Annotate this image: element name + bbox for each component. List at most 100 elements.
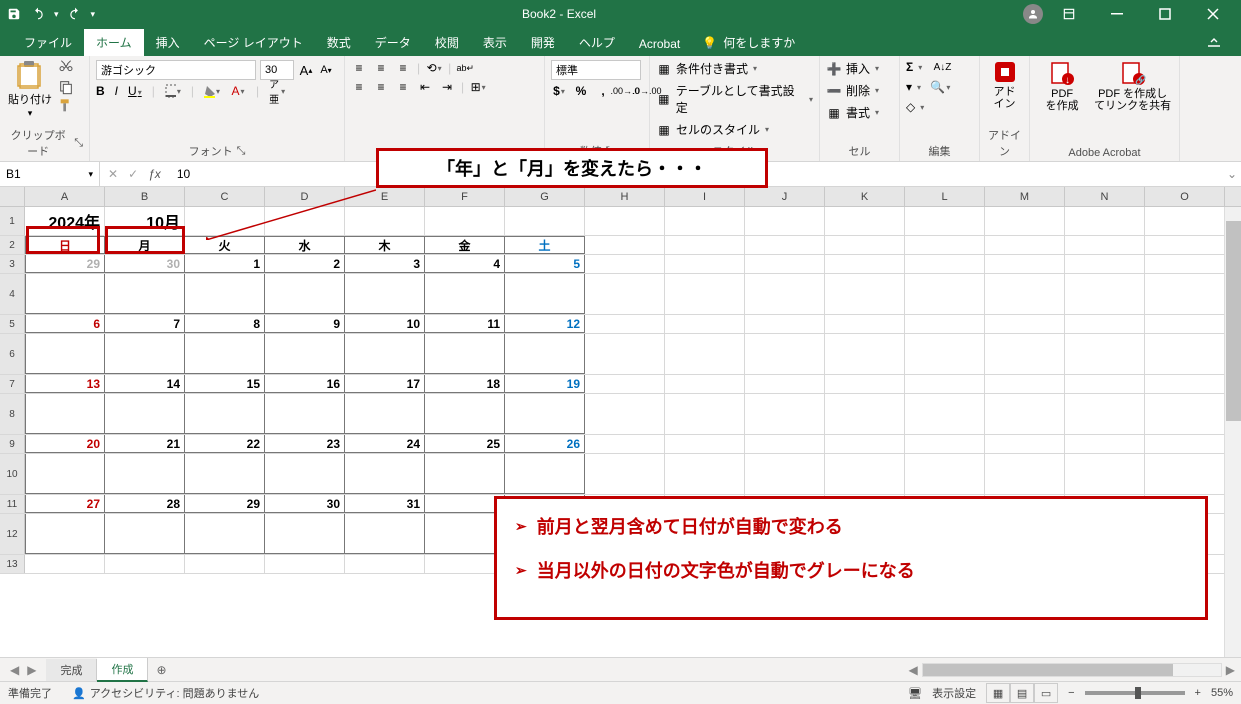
cell[interactable] — [985, 236, 1065, 254]
sheet-tab-1[interactable]: 完成 — [46, 659, 97, 681]
cell[interactable] — [425, 514, 505, 554]
cell[interactable] — [505, 394, 585, 434]
cell[interactable] — [825, 334, 905, 374]
autosum-button[interactable]: Σ▾ A↓Z — [906, 60, 951, 74]
cell[interactable] — [665, 375, 745, 393]
cell[interactable] — [1065, 334, 1145, 374]
cell[interactable] — [905, 334, 985, 374]
cell[interactable]: 10 — [345, 315, 425, 333]
cell[interactable] — [265, 514, 345, 554]
cell[interactable] — [985, 394, 1065, 434]
maximize-button[interactable] — [1143, 0, 1187, 28]
cell[interactable] — [105, 454, 185, 494]
cell[interactable] — [345, 555, 425, 573]
cell[interactable] — [265, 394, 345, 434]
cell[interactable] — [665, 255, 745, 273]
increase-decimal-icon[interactable]: .00→.0 — [617, 83, 633, 99]
font-name-input[interactable] — [96, 60, 256, 80]
tab-page-layout[interactable]: ページ レイアウト — [192, 29, 315, 56]
delete-cells-button[interactable]: ➖削除▾ — [826, 82, 879, 99]
format-painter-icon[interactable] — [58, 98, 74, 114]
orientation-icon[interactable]: ⟲▾ — [426, 60, 442, 76]
cell[interactable] — [425, 334, 505, 374]
indent-dec-icon[interactable]: ⇤ — [417, 79, 433, 95]
cell[interactable]: 9 — [265, 315, 345, 333]
cell[interactable] — [25, 514, 105, 554]
cell[interactable] — [745, 274, 825, 314]
cell[interactable] — [905, 236, 985, 254]
cell[interactable] — [985, 207, 1065, 235]
accounting-format-icon[interactable]: $▾ — [551, 83, 567, 99]
view-normal-button[interactable]: ▦ — [986, 683, 1010, 703]
cell[interactable] — [345, 274, 425, 314]
cell[interactable] — [425, 454, 505, 494]
display-settings-label[interactable]: 表示設定 — [932, 685, 976, 701]
clear-button[interactable]: ◇▾ — [906, 100, 924, 114]
expand-formula-bar-icon[interactable]: ⌄ — [1223, 167, 1241, 181]
column-header[interactable]: H — [585, 187, 665, 206]
cell[interactable] — [745, 255, 825, 273]
underline-button[interactable]: U▾ — [128, 84, 142, 98]
row-header[interactable]: 7 — [0, 375, 25, 393]
cell[interactable] — [745, 334, 825, 374]
tab-nav-next-icon[interactable]: ▶ — [27, 663, 36, 677]
cell[interactable]: 3 — [345, 255, 425, 273]
cell[interactable] — [585, 334, 665, 374]
cell[interactable] — [1065, 315, 1145, 333]
select-all-corner[interactable] — [0, 187, 25, 206]
column-header[interactable]: I — [665, 187, 745, 206]
accessibility-icon[interactable]: 👤 — [72, 687, 86, 700]
column-header[interactable]: A — [25, 187, 105, 206]
column-header[interactable]: B — [105, 187, 185, 206]
cell[interactable] — [265, 454, 345, 494]
cell[interactable]: 14 — [105, 375, 185, 393]
conditional-formatting-button[interactable]: ▦条件付き書式▾ — [656, 60, 757, 77]
cell[interactable] — [985, 435, 1065, 453]
cell[interactable] — [425, 495, 505, 513]
cell[interactable]: 1 — [185, 255, 265, 273]
cell[interactable] — [1065, 255, 1145, 273]
cell[interactable]: 木 — [345, 236, 425, 254]
cell[interactable]: 18 — [425, 375, 505, 393]
cell[interactable] — [265, 334, 345, 374]
cell[interactable] — [1145, 435, 1225, 453]
cell[interactable]: 2024年 — [25, 207, 105, 235]
cell[interactable] — [1145, 236, 1225, 254]
cancel-formula-icon[interactable]: ✕ — [108, 167, 118, 181]
cell[interactable] — [505, 207, 585, 235]
cell[interactable] — [185, 514, 265, 554]
align-left-icon[interactable]: ≡ — [351, 79, 367, 95]
row-header[interactable]: 3 — [0, 255, 25, 273]
cell[interactable] — [345, 454, 425, 494]
row-header[interactable]: 9 — [0, 435, 25, 453]
cell[interactable] — [585, 315, 665, 333]
ribbon-options-button[interactable] — [1047, 0, 1091, 28]
cell[interactable] — [1145, 394, 1225, 434]
cell[interactable] — [585, 274, 665, 314]
tab-help[interactable]: ヘルプ — [567, 29, 627, 56]
cell[interactable] — [1065, 207, 1145, 235]
tab-developer[interactable]: 開発 — [519, 29, 567, 56]
cell[interactable]: 17 — [345, 375, 425, 393]
undo-dropdown-icon[interactable]: ▾ — [54, 9, 59, 20]
cell[interactable]: 水 — [265, 236, 345, 254]
view-page-break-button[interactable]: ▭ — [1034, 683, 1058, 703]
view-page-layout-button[interactable]: ▤ — [1010, 683, 1034, 703]
cell[interactable] — [905, 315, 985, 333]
cell[interactable] — [425, 555, 505, 573]
fill-color-button[interactable]: ▾ — [204, 83, 220, 99]
fill-button[interactable]: ▾▾ 🔍▾ — [906, 79, 948, 95]
cell[interactable] — [745, 375, 825, 393]
cell[interactable] — [985, 375, 1065, 393]
comma-format-icon[interactable]: , — [595, 83, 611, 99]
cell[interactable] — [585, 375, 665, 393]
cell[interactable] — [425, 274, 505, 314]
align-bottom-icon[interactable]: ≡ — [395, 60, 411, 76]
cell[interactable] — [905, 207, 985, 235]
fx-icon[interactable]: ƒx — [148, 167, 161, 181]
cell[interactable]: 13 — [25, 375, 105, 393]
cell[interactable] — [985, 274, 1065, 314]
cell[interactable] — [745, 394, 825, 434]
font-color-button[interactable]: A▾ — [230, 83, 246, 99]
cell[interactable]: 2 — [265, 255, 345, 273]
